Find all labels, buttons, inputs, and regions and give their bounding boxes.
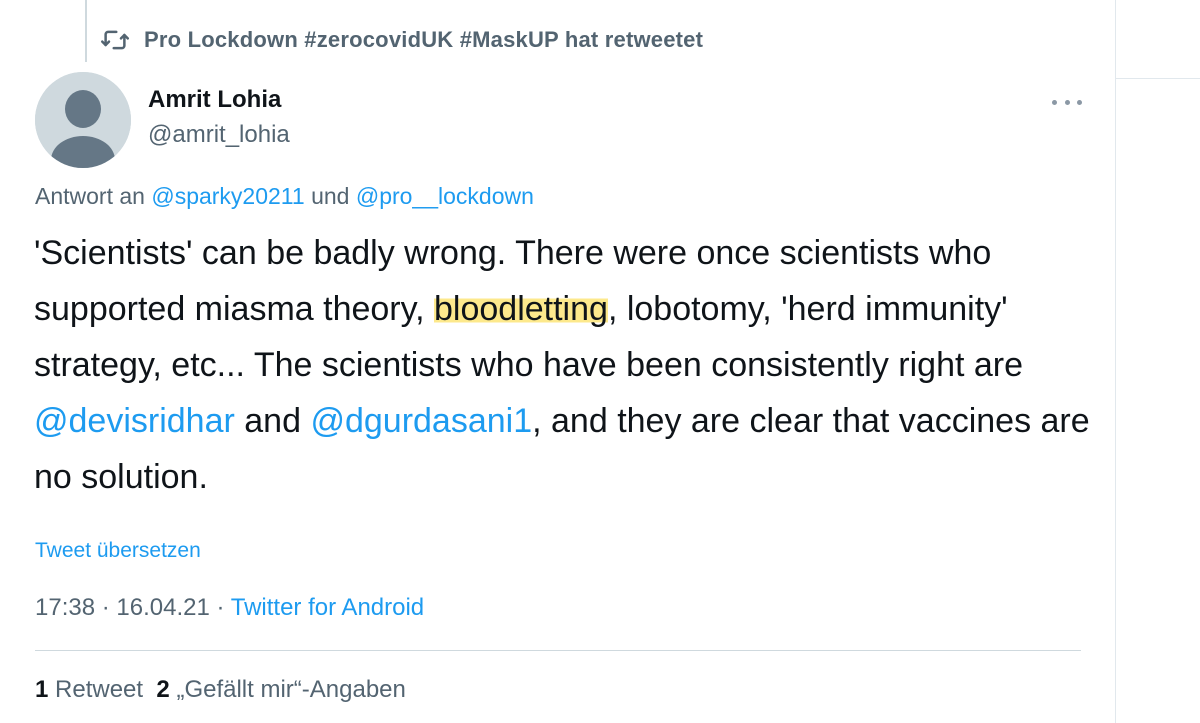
more-dot (1077, 99, 1082, 105)
sidebar-divider (1116, 78, 1200, 79)
author-display-name[interactable]: Amrit Lohia (148, 86, 281, 114)
retweets-stat[interactable]: 1 Retweet (35, 676, 143, 703)
tweet-source-link[interactable]: Twitter for Android (231, 594, 424, 621)
meta-separator: · (216, 594, 225, 621)
stats-divider (35, 650, 1081, 651)
translate-tweet-link[interactable]: Tweet übersetzen (35, 539, 201, 563)
tweet-meta: 17:38 · 16.04.21 · Twitter for Android (35, 594, 424, 622)
column-divider (1115, 0, 1116, 723)
mention-link[interactable]: @devisridhar (34, 402, 235, 440)
default-avatar-icon (35, 72, 131, 168)
tweet-text: 'Scientists' can be badly wrong. There w… (34, 225, 1094, 505)
more-options-icon[interactable] (1052, 96, 1082, 108)
meta-separator: · (101, 594, 110, 621)
reply-prefix: Antwort an (35, 183, 145, 209)
highlighted-word: bloodletting (434, 290, 608, 328)
reply-joiner: und (311, 183, 350, 209)
retweet-label: Retweet (55, 676, 144, 703)
like-count: 2 (156, 676, 170, 703)
tweet-date[interactable]: 16.04.21 (116, 594, 209, 621)
mention-link[interactable]: @dgurdasani1 (310, 402, 532, 440)
reply-mention-link[interactable]: @sparky20211 (151, 183, 304, 209)
likes-stat[interactable]: 2 „Gefällt mir“-Angaben (156, 676, 405, 703)
tweet-time[interactable]: 17:38 (35, 594, 95, 621)
reply-context: Antwort an @sparky20211 und @pro__lockdo… (35, 183, 534, 210)
more-dot (1064, 99, 1070, 105)
tweet-text-part: and (244, 402, 301, 440)
like-label: „Gefällt mir“-Angaben (176, 676, 406, 703)
retweet-context: Pro Lockdown #zerocovidUK #MaskUP hat re… (100, 24, 703, 56)
more-dot (1052, 99, 1057, 105)
engagement-stats: 1 Retweet 2 „Gefällt mir“-Angaben (35, 676, 406, 704)
thread-connector-line (85, 0, 87, 62)
retweet-icon (101, 30, 129, 50)
reply-mention-link[interactable]: @pro__lockdown (356, 183, 534, 209)
retweet-context-text[interactable]: Pro Lockdown #zerocovidUK #MaskUP hat re… (144, 27, 703, 53)
retweet-count: 1 (35, 676, 49, 703)
avatar[interactable] (35, 72, 131, 168)
author-handle[interactable]: @amrit_lohia (148, 121, 290, 149)
